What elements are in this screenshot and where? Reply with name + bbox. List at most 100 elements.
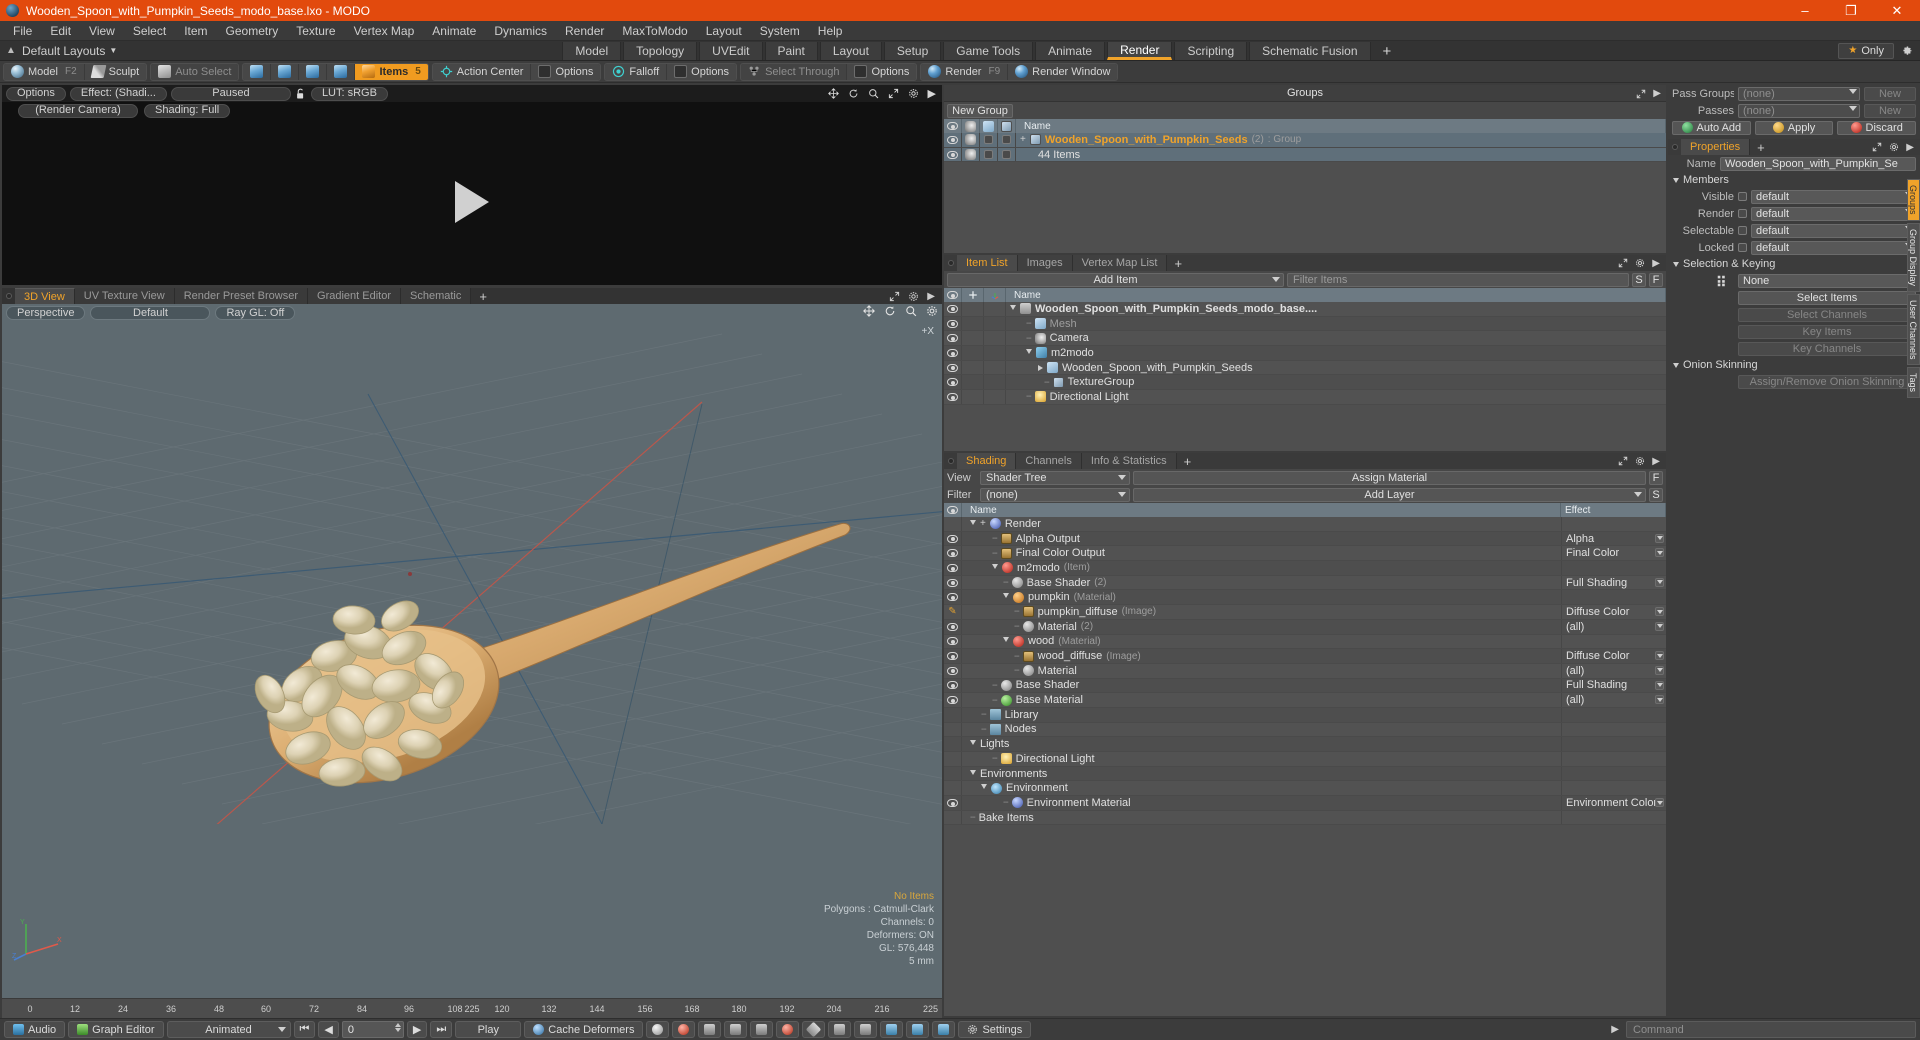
table-row[interactable]: -- Mesh xyxy=(944,316,1666,332)
menu-maxtomodo[interactable]: MaxToModo xyxy=(613,21,696,41)
item-list-tab-menu-icon[interactable] xyxy=(944,255,957,271)
falloff-button[interactable]: Falloff xyxy=(605,63,668,80)
add-viewport-tab-button[interactable]: + xyxy=(471,288,495,304)
expand-icon[interactable] xyxy=(1003,637,1009,645)
add-layer-s-button[interactable]: S xyxy=(1649,487,1663,502)
render-window-button[interactable]: Render Window xyxy=(1008,63,1118,80)
menu-file[interactable]: File xyxy=(4,21,41,41)
expand-icon[interactable]: + xyxy=(1020,134,1026,144)
audio-button[interactable]: Audio xyxy=(4,1021,66,1038)
item-lock-cell-3[interactable] xyxy=(962,346,984,360)
tab-properties[interactable]: Properties xyxy=(1681,139,1751,155)
tab-images[interactable]: Images xyxy=(1017,255,1073,271)
pass-groups-new-button[interactable]: New xyxy=(1864,86,1916,101)
properties-tab-menu-icon[interactable] xyxy=(1668,139,1681,155)
viewport-tab-menu-icon[interactable] xyxy=(2,288,15,304)
shader-effect-cell-0[interactable] xyxy=(1561,517,1666,531)
discard-button[interactable]: Discard xyxy=(1837,120,1917,135)
item-visible-toggle-6[interactable] xyxy=(944,390,962,404)
menu-select[interactable]: Select xyxy=(124,21,175,41)
maximize-icon-shading[interactable] xyxy=(1618,456,1628,466)
vertex-mode-button[interactable] xyxy=(243,63,272,80)
shader-effect-cell-19[interactable]: Environment Color xyxy=(1561,796,1666,810)
shader-visible-toggle-12[interactable] xyxy=(944,693,962,707)
shader-effect-cell-3[interactable] xyxy=(1561,561,1666,575)
gear-icon-shading[interactable] xyxy=(1635,456,1645,466)
item-transform-cell-1[interactable] xyxy=(984,316,1006,331)
table-row[interactable]: -- Alpha Output Alpha xyxy=(944,531,1666,547)
table-row[interactable]: Environments xyxy=(944,766,1666,782)
add-item-button[interactable]: Add Item xyxy=(947,272,1284,287)
expand-icon[interactable] xyxy=(970,769,976,778)
preview-paused-button[interactable]: Paused xyxy=(170,86,291,101)
layout-tab-model[interactable]: Model xyxy=(562,42,622,60)
chevron-down-icon-effect-11[interactable] xyxy=(1655,680,1664,690)
shader-visible-toggle-15[interactable] xyxy=(944,737,962,751)
menu-geometry[interactable]: Geometry xyxy=(217,21,288,41)
expand-icon[interactable] xyxy=(1003,593,1009,601)
expand-icon[interactable] xyxy=(970,740,976,748)
item-visible-toggle-2[interactable] xyxy=(944,331,962,346)
chevron-down-icon-effect-2[interactable] xyxy=(1655,548,1664,558)
menu-edit[interactable]: Edit xyxy=(41,21,80,41)
viewport-menu-arrow-icon[interactable]: ▶ xyxy=(927,291,935,302)
shader-visible-toggle-13[interactable] xyxy=(944,707,962,722)
row-select-toggle[interactable] xyxy=(980,133,998,147)
shader-effect-cell-11[interactable]: Full Shading xyxy=(1561,678,1666,693)
tab-info-statistics[interactable]: Info & Statistics xyxy=(1081,453,1177,469)
record-button[interactable] xyxy=(776,1021,800,1038)
table-row[interactable]: -- Material (all) xyxy=(944,663,1666,679)
pan-icon-viewport[interactable] xyxy=(863,305,875,317)
item-visible-toggle-5[interactable] xyxy=(944,375,962,390)
shading-selector[interactable]: Shading: Full xyxy=(144,103,231,118)
lock-icon[interactable] xyxy=(295,87,307,100)
layout-tab-game-tools[interactable]: Game Tools xyxy=(943,42,1034,60)
preview-lut-selector[interactable]: LUT: sRGB xyxy=(310,86,388,101)
expand-icon[interactable] xyxy=(970,519,976,528)
shader-effect-cell-12[interactable]: (all) xyxy=(1561,693,1666,707)
table-row[interactable]: -- Base Material (all) xyxy=(944,693,1666,708)
row-render-toggle[interactable] xyxy=(962,133,980,147)
add-layout-tab-button[interactable]: + xyxy=(1372,42,1402,60)
render-camera-selector[interactable]: (Render Camera) xyxy=(18,103,138,118)
shader-effect-cell-1[interactable]: Alpha xyxy=(1561,531,1666,546)
action-center-options-button[interactable]: Options xyxy=(531,63,601,80)
passes-selector[interactable]: (none) xyxy=(1738,103,1860,118)
fit-icon[interactable] xyxy=(888,88,899,99)
viewport-tab-schematic[interactable]: Schematic xyxy=(401,288,472,304)
shader-visible-toggle-7[interactable] xyxy=(944,619,962,634)
table-row[interactable]: -- wood_diffuse (Image) Diffuse Color xyxy=(944,649,1666,664)
expand-icon-3[interactable] xyxy=(1026,348,1032,357)
frame-spinner[interactable] xyxy=(394,1023,401,1032)
shader-effect-cell-9[interactable]: Diffuse Color xyxy=(1561,649,1666,663)
material-mode-button[interactable] xyxy=(327,63,356,80)
assign-remove-onion-skinning-button[interactable]: Assign/Remove Onion Skinning xyxy=(1738,374,1916,389)
set-key-next-button[interactable] xyxy=(750,1021,774,1038)
shader-visible-toggle-20[interactable] xyxy=(944,810,962,825)
table-row[interactable]: -- Material (2) (all) xyxy=(944,619,1666,635)
shader-visible-toggle-14[interactable] xyxy=(944,722,962,737)
table-row[interactable]: -- Nodes xyxy=(944,722,1666,738)
shader-effect-cell-7[interactable]: (all) xyxy=(1561,619,1666,634)
layout-collapse-icon[interactable]: ▲ xyxy=(0,41,22,60)
table-row[interactable]: -- Library xyxy=(944,707,1666,723)
row-visible-toggle[interactable] xyxy=(944,133,962,147)
new-group-button[interactable]: New Group xyxy=(947,103,1013,118)
table-row[interactable]: -- Directional Light xyxy=(944,752,1666,767)
item-transform-cell-4[interactable] xyxy=(984,360,1006,375)
visible-selector[interactable]: default xyxy=(1751,189,1916,204)
apply-button[interactable]: Apply xyxy=(1754,120,1834,135)
layout-tab-layout[interactable]: Layout xyxy=(819,42,882,60)
model-mode-button[interactable]: Model F2 xyxy=(4,63,85,80)
menu-view[interactable]: View xyxy=(80,21,124,41)
select-items-button[interactable]: Select Items xyxy=(1738,290,1916,305)
shader-effect-cell-20[interactable] xyxy=(1561,810,1666,825)
shader-visible-toggle-5[interactable] xyxy=(944,590,962,605)
selectable-selector[interactable]: default xyxy=(1751,223,1916,238)
autokey-button[interactable] xyxy=(672,1021,696,1038)
zoom-icon-viewport[interactable] xyxy=(905,305,917,317)
command-expand-icon[interactable]: ▶ xyxy=(1607,1024,1623,1035)
shader-visible-toggle-9[interactable] xyxy=(944,649,962,663)
maximize-icon-properties[interactable] xyxy=(1872,142,1882,152)
add-shading-tab-button[interactable]: + xyxy=(1176,453,1199,469)
